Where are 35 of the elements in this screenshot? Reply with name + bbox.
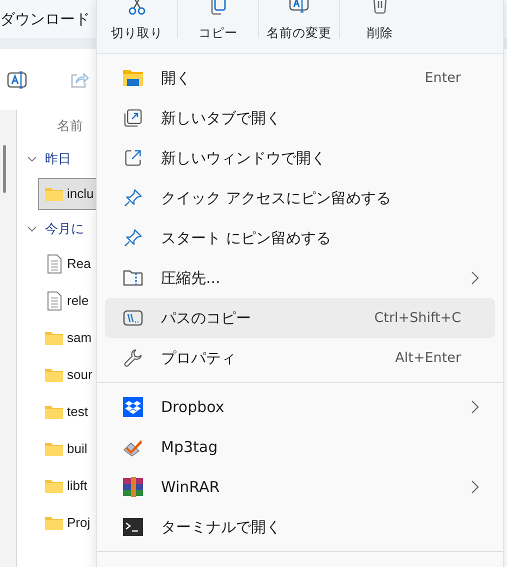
scissors-icon: [127, 0, 147, 16]
scroll-thumb[interactable]: [3, 145, 6, 193]
pin-icon: [124, 229, 142, 247]
menu-item[interactable]: 開く Enter: [105, 58, 495, 98]
path-icon: [123, 310, 143, 326]
dropbox-icon: [123, 397, 143, 417]
folder-icon: [44, 366, 64, 382]
folder-icon: [44, 478, 64, 494]
terminal-icon: [123, 518, 143, 536]
folder-icon: [44, 514, 64, 530]
shortcut-text: Enter: [424, 70, 461, 86]
window-title: ダウンロード: [0, 10, 90, 28]
folder-icon: [44, 440, 64, 456]
folder-icon: [44, 404, 64, 420]
column-header[interactable]: 名前: [57, 117, 83, 135]
rename-icon[interactable]: [6, 68, 28, 90]
command-button[interactable]: 名前の変更: [259, 0, 339, 50]
shortcut-text: Ctrl+Shift+C: [374, 310, 461, 326]
chevron-icon: [27, 154, 37, 164]
shortcut-text: Alt+Enter: [395, 350, 461, 366]
command-button[interactable]: 切り取り: [97, 0, 177, 50]
folder-icon: [44, 330, 64, 346]
command-button[interactable]: コピー: [178, 0, 258, 50]
chevron-icon: [27, 224, 37, 234]
new-window-icon: [124, 149, 142, 167]
new-tab-icon: [124, 109, 142, 127]
command-button[interactable]: 削除: [340, 0, 420, 50]
folder-icon: [123, 69, 143, 87]
menu-item[interactable]: 新しいタブで開く: [105, 98, 495, 138]
folder-icon: [44, 186, 64, 202]
pin-icon: [124, 189, 142, 207]
books-icon: [123, 477, 143, 497]
menu-item[interactable]: パスのコピー Ctrl+Shift+C: [105, 298, 495, 338]
zip-folder-icon: [123, 269, 143, 287]
wrench-icon: [124, 349, 142, 367]
